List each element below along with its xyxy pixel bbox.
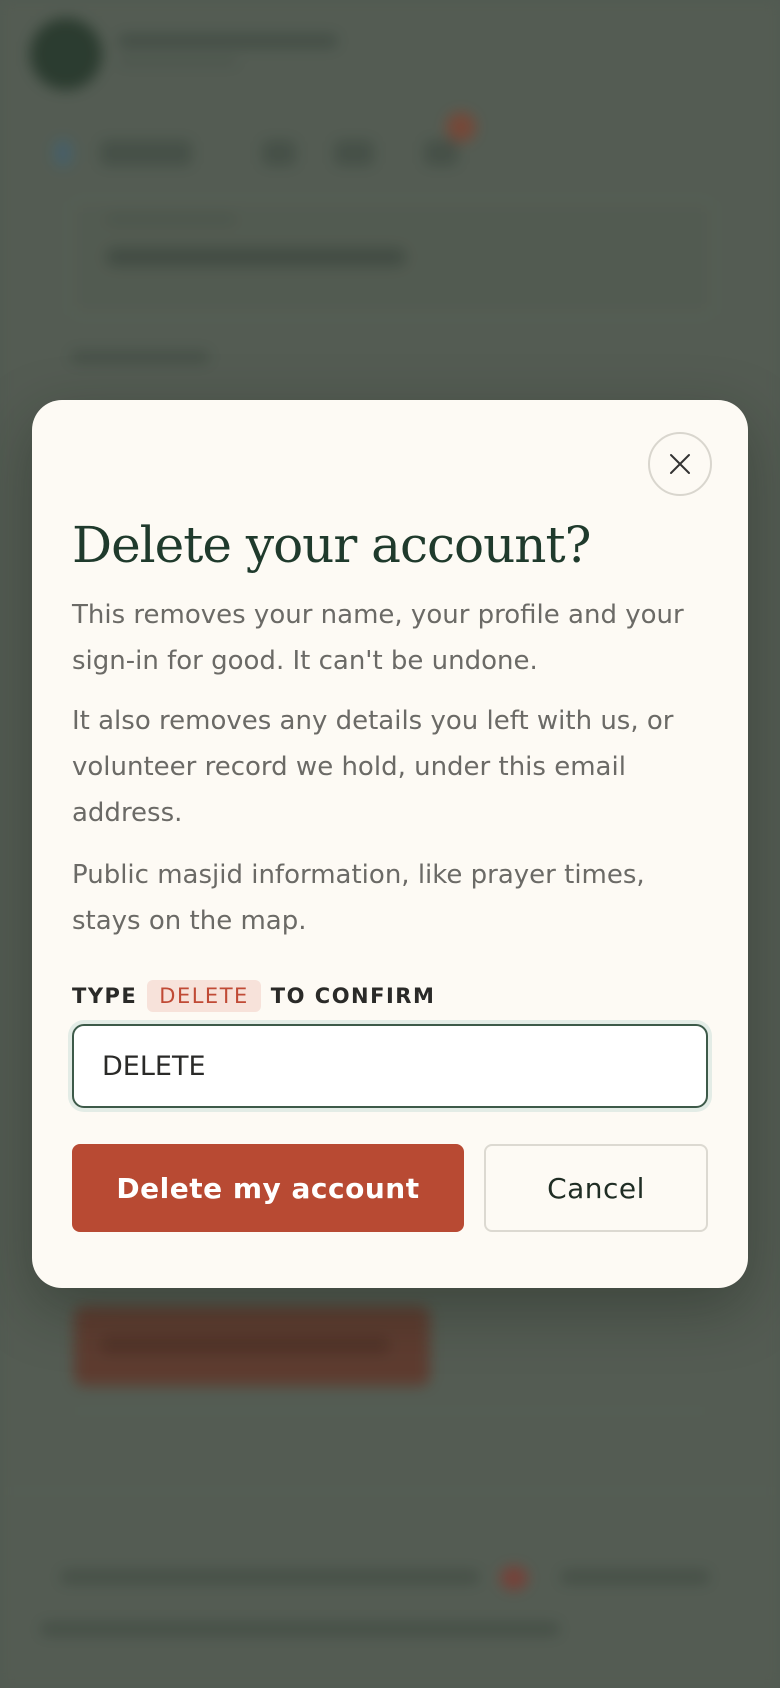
- close-button[interactable]: [648, 432, 712, 496]
- confirm-label-prefix: TYPE: [72, 984, 138, 1008]
- delete-account-dialog: Delete your account? This removes your n…: [32, 400, 748, 1288]
- confirm-keyword-badge: DELETE: [147, 980, 261, 1012]
- cancel-button[interactable]: Cancel: [484, 1144, 708, 1232]
- close-icon: [670, 454, 690, 474]
- dialog-description: It also removes any details you left wit…: [72, 706, 674, 828]
- confirm-label-suffix: TO CONFIRM: [270, 984, 436, 1008]
- confirm-input[interactable]: [72, 1024, 708, 1108]
- delete-account-button[interactable]: Delete my account: [72, 1144, 464, 1232]
- dialog-description: This removes your name, your profile and…: [72, 600, 684, 676]
- dialog-title: Delete your account?: [72, 516, 591, 574]
- confirm-label: TYPE DELETE TO CONFIRM: [72, 980, 435, 1012]
- dialog-description: Public masjid information, like prayer t…: [72, 860, 645, 936]
